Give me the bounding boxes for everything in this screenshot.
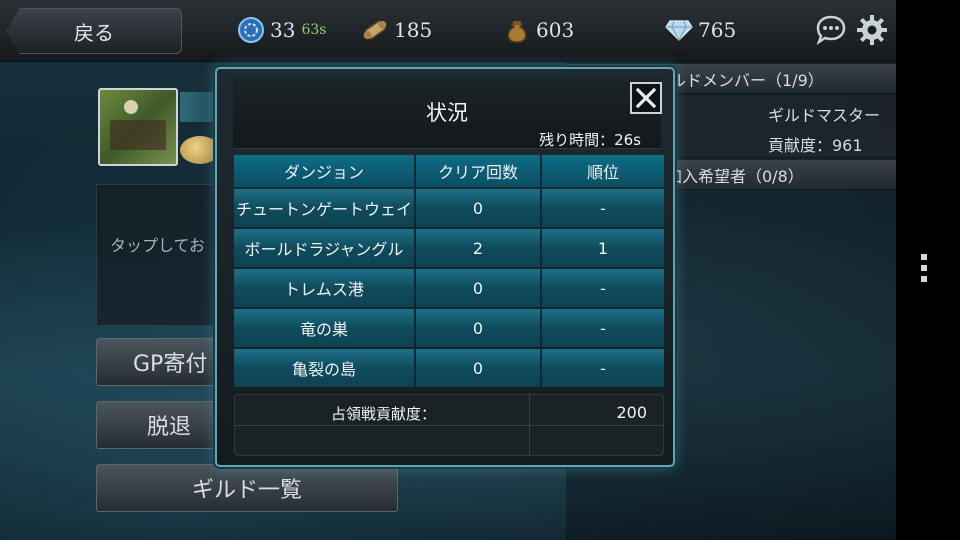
stamina-timer: 63s [301, 22, 327, 38]
system-nav-bar [896, 0, 960, 540]
rank: - [542, 269, 664, 307]
gp-donate-button[interactable]: GP寄付 [96, 338, 226, 386]
dungeon-name: チュートンゲートウェイ [234, 189, 416, 227]
member-contribution: 貢献度：961 [768, 136, 863, 155]
rank: - [542, 309, 664, 347]
header-rank: 順位 [542, 155, 664, 187]
header-clear-count: クリア回数 [416, 155, 542, 187]
overflow-menu-icon[interactable] [921, 254, 929, 287]
dialog-title: 状況 [426, 101, 468, 125]
status-dialog: 状況 残り時間：26s ダンジョン クリア回数 順位 チュートンゲートウェイ 0… [215, 67, 675, 467]
table-row: 亀裂の島 0 - [234, 349, 664, 387]
scroll-counter: 185 [360, 14, 432, 46]
dialog-header: 状況 残り時間：26s [233, 77, 661, 149]
table-header-row: ダンジョン クリア回数 順位 [234, 155, 664, 187]
clear-count: 0 [416, 269, 542, 307]
gold-bag-icon [502, 15, 532, 45]
header-dungeon: ダンジョン [234, 155, 416, 187]
gold-value: 603 [536, 18, 575, 42]
leave-guild-button[interactable]: 脱退 [96, 401, 226, 449]
rank: - [542, 189, 664, 227]
dungeon-name: 亀裂の島 [234, 349, 416, 387]
chat-icon[interactable] [814, 14, 848, 46]
divider [235, 425, 665, 426]
clear-count: 0 [416, 349, 542, 387]
gold-counter: 603 [502, 14, 574, 46]
guild-rank-medal-icon [180, 136, 220, 164]
contribution-value: 200 [616, 403, 647, 422]
gear-icon[interactable] [856, 14, 888, 46]
top-bar: 戻る 33 63s 185 603 765 [0, 0, 896, 62]
guild-notice-text: タップしてお [110, 236, 206, 255]
table-row: チュートンゲートウェイ 0 - [234, 189, 664, 227]
member-role: ギルドマスター [768, 106, 881, 125]
scroll-icon [360, 15, 390, 45]
close-icon [635, 87, 657, 109]
diamond-counter: 765 [664, 14, 736, 46]
table-row: ボールドラジャングル 2 1 [234, 229, 664, 267]
diamond-value: 765 [698, 18, 737, 42]
dungeon-name: 竜の巣 [234, 309, 416, 347]
diamond-icon [664, 15, 694, 45]
contribution-box: 占領戦貢献度： 200 [234, 394, 665, 456]
rank: - [542, 349, 664, 387]
rank: 1 [542, 229, 664, 267]
scroll-value: 185 [394, 18, 433, 42]
table-row: 竜の巣 0 - [234, 309, 664, 347]
stamina-value: 33 [270, 18, 296, 42]
clear-count: 2 [416, 229, 542, 267]
stamina-orb-icon [236, 15, 266, 45]
guild-list-button[interactable]: ギルド一覧 [96, 464, 398, 512]
table-row: トレムス港 0 - [234, 269, 664, 307]
back-button[interactable]: 戻る [6, 8, 182, 54]
guild-emblem[interactable] [98, 88, 178, 166]
clear-count: 0 [416, 189, 542, 227]
contribution-label: 占領戦貢献度： [331, 405, 437, 423]
dungeon-table: ダンジョン クリア回数 順位 チュートンゲートウェイ 0 - ボールドラジャング… [234, 153, 664, 389]
stamina-counter: 33 63s [236, 14, 326, 46]
remaining-time: 残り時間：26s [539, 131, 641, 149]
dungeon-name: トレムス港 [234, 269, 416, 307]
clear-count: 0 [416, 309, 542, 347]
game-screen: タップしてお GP寄付 脱退 ギルド一覧 ルドメンバー（1/9） ギルドマスター… [0, 0, 896, 540]
close-button[interactable] [630, 82, 662, 114]
dungeon-name: ボールドラジャングル [234, 229, 416, 267]
